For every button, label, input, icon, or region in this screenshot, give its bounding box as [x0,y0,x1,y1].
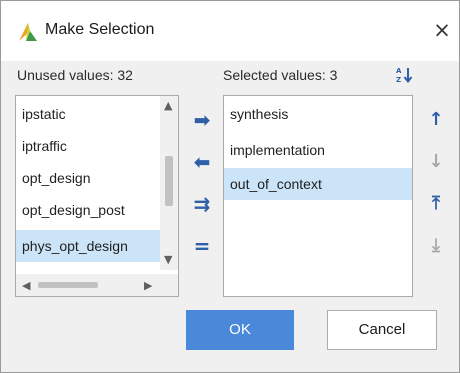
move-to-bottom-button[interactable]: ⤓ [425,235,447,257]
sort-alpha-icon[interactable]: A Z [395,65,417,85]
move-to-top-button[interactable]: ⤒ [425,193,447,215]
selected-values-label: Selected values: 3 [223,67,338,83]
vertical-scroll-thumb[interactable] [165,156,173,206]
list-item-selected[interactable]: phys_opt_design [16,230,178,262]
svg-text:A: A [396,67,402,75]
list-item[interactable]: implementation [224,134,412,166]
move-up-button[interactable]: ↑ [425,109,447,131]
scroll-left-icon[interactable]: ◀ [22,280,30,291]
list-item-selected[interactable]: out_of_context [224,168,412,200]
horizontal-scrollbar[interactable]: ◀ ▶ [16,274,178,296]
horizontal-scroll-thumb[interactable] [38,282,98,288]
list-item[interactable]: ipstatic [16,98,178,130]
vertical-scrollbar[interactable]: ▲ ▼ [160,96,178,270]
title-bar: Make Selection × [1,1,459,61]
scroll-up-icon[interactable]: ▲ [164,100,172,111]
remove-all-button[interactable]: = [189,235,215,257]
ok-button[interactable]: OK [186,310,294,350]
remove-selected-button[interactable]: ⬅ [189,151,215,173]
scroll-right-icon[interactable]: ▶ [144,280,152,291]
move-down-button[interactable]: ↓ [425,151,447,173]
unused-values-label: Unused values: 32 [17,67,133,83]
list-item[interactable]: opt_design_post [16,194,178,226]
svg-text:Z: Z [396,76,401,84]
unused-values-list[interactable]: ipstatic iptraffic opt_design opt_design… [15,95,179,297]
close-button[interactable]: × [429,15,455,45]
scroll-down-icon[interactable]: ▼ [164,254,172,265]
make-selection-dialog: Make Selection × Unused values: 32 Selec… [0,0,460,373]
selected-values-list[interactable]: synthesis implementation out_of_context [223,95,413,297]
list-item[interactable]: opt_design [16,162,178,194]
cancel-button[interactable]: Cancel [327,310,437,350]
add-selected-button[interactable]: ➡ [189,109,215,131]
dialog-title: Make Selection [45,21,155,38]
vivado-logo-icon [19,23,37,41]
list-item[interactable]: synthesis [224,98,412,130]
add-all-button[interactable]: ⇉ [189,193,215,215]
list-item[interactable]: iptraffic [16,130,178,162]
